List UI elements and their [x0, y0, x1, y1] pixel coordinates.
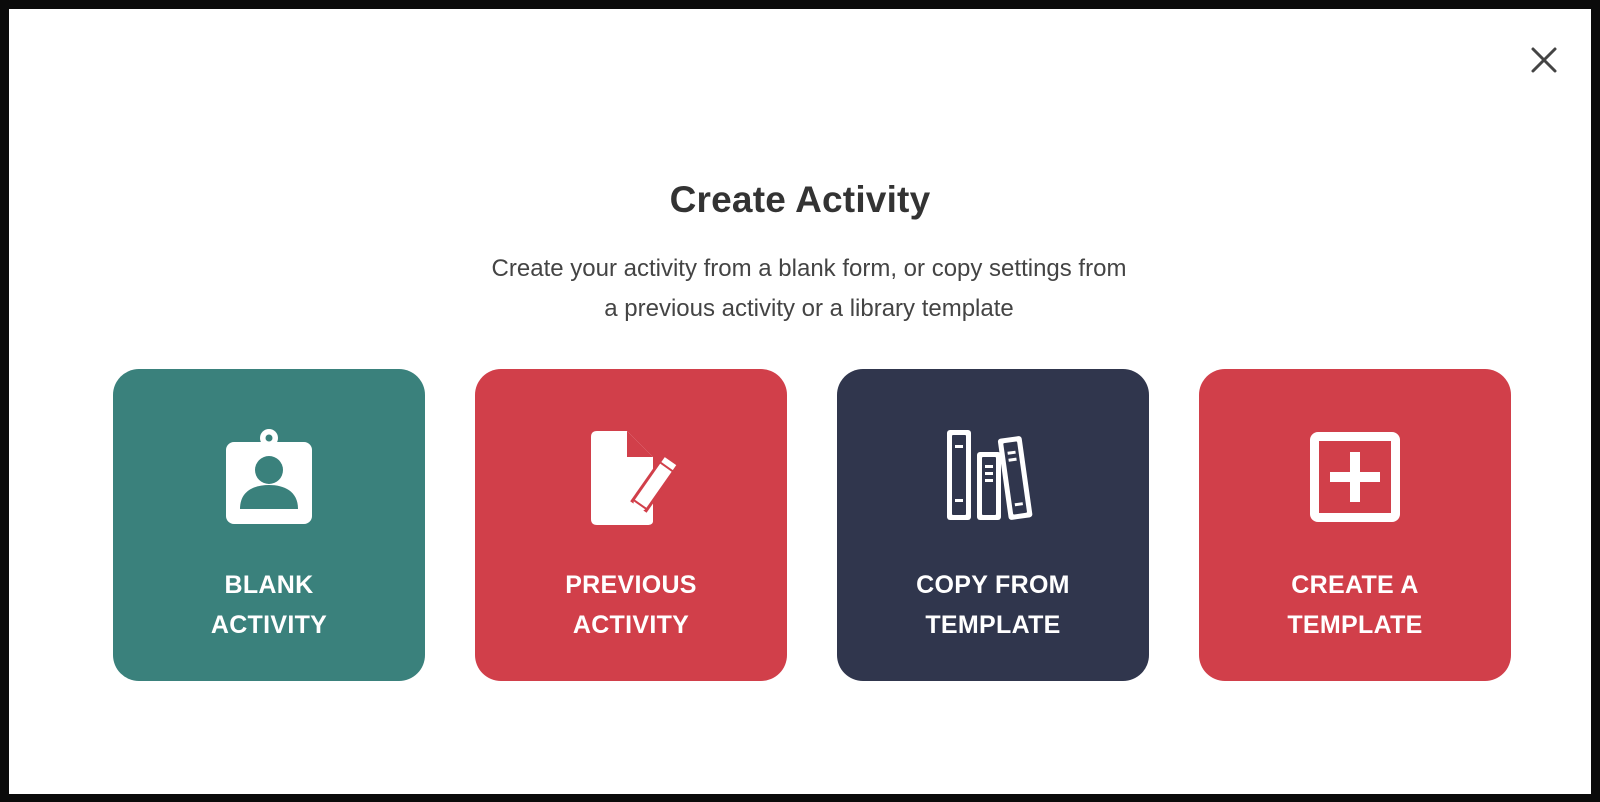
previous-activity-label: PREVIOUS ACTIVITY: [485, 565, 777, 645]
subtitle-line-2: a previous activity or a library templat…: [604, 295, 1014, 322]
create-activity-dialog: Create Activity Create your activity fro…: [0, 0, 1600, 802]
books-icon: [943, 427, 1043, 527]
blank-activity-label: BLANK ACTIVITY: [123, 565, 415, 645]
label-line-1: COPY FROM: [916, 571, 1070, 599]
create-a-template-button[interactable]: CREATE A TEMPLATE: [1199, 369, 1511, 681]
dialog-title: Create Activity: [669, 179, 931, 220]
create-a-template-label: CREATE A TEMPLATE: [1209, 565, 1501, 645]
close-icon: [1531, 47, 1557, 73]
dialog-subtitle: Create your activity from a blank form, …: [409, 249, 1209, 329]
id-badge-icon: [219, 427, 319, 527]
document-edit-icon: [581, 427, 681, 527]
label-line-2: TEMPLATE: [1287, 611, 1423, 639]
label-line-1: CREATE A: [1291, 571, 1419, 599]
label-line-2: TEMPLATE: [925, 611, 1061, 639]
copy-from-template-label: COPY FROM TEMPLATE: [847, 565, 1139, 645]
label-line-1: PREVIOUS: [565, 571, 697, 599]
subtitle-line-1: Create your activity from a blank form, …: [491, 255, 1127, 282]
previous-activity-button[interactable]: PREVIOUS ACTIVITY: [475, 369, 787, 681]
blank-activity-button[interactable]: BLANK ACTIVITY: [113, 369, 425, 681]
label-line-2: ACTIVITY: [210, 611, 328, 639]
label-line-1: BLANK: [224, 571, 314, 599]
activity-options: BLANK ACTIVITY PREVIOUS ACTIVITY COPY FR…: [113, 369, 1513, 681]
close-button[interactable]: [1527, 43, 1561, 77]
plus-square-icon: [1305, 427, 1405, 527]
copy-from-template-button[interactable]: COPY FROM TEMPLATE: [837, 369, 1149, 681]
label-line-2: ACTIVITY: [572, 611, 690, 639]
